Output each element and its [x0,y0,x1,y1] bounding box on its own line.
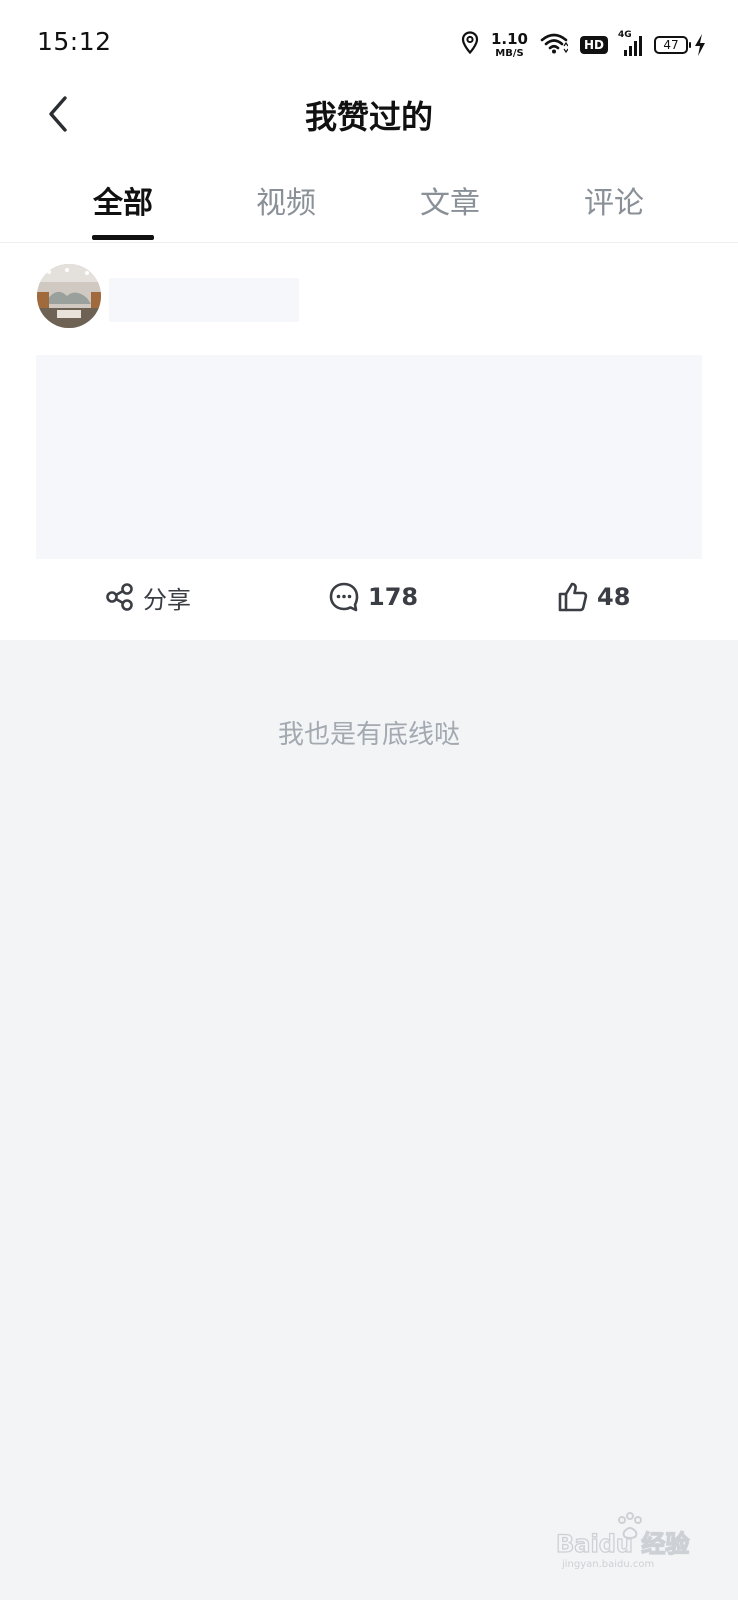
avatar[interactable] [37,264,101,328]
status-bar: 15:12 1.10 MB/S HD 4G 47 [0,0,738,86]
tab-videos[interactable]: 视频 [236,178,336,222]
wifi-icon [540,32,569,58]
network-speed: 1.10 MB/S [490,29,528,59]
tab-articles[interactable]: 文章 [400,178,500,222]
watermark-text: Baidu 经验 [556,1530,689,1558]
tab-bar: 全部 视频 文章 评论 [0,170,738,243]
comment-button[interactable]: 178 [328,572,418,622]
post-content-placeholder[interactable] [36,355,702,559]
location-icon [461,31,479,59]
comment-icon [329,582,359,612]
share-icon [106,583,133,611]
hd-badge: HD [579,36,608,54]
watermark-subtext: jingyan.baidu.com [561,1559,654,1570]
charging-icon [695,34,705,56]
tab-all[interactable]: 全部 [73,178,173,222]
battery-icon: 47 [654,34,706,56]
page-title: 我赞过的 [304,98,433,136]
active-tab-indicator [92,235,154,240]
tab-comments[interactable]: 评论 [564,178,664,222]
like-count: 48 [597,583,631,611]
baidu-jingyan-watermark: Baidu 经验 jingyan.baidu.com [552,1510,702,1570]
status-time: 15:12 [37,27,112,56]
share-button[interactable]: 分享 [105,572,191,622]
share-label: 分享 [143,585,191,614]
author-name-placeholder [109,278,299,322]
cell-signal-icon: 4G [618,30,642,56]
network-speed-unit: MB/S [495,47,524,59]
battery-level: 47 [654,36,688,54]
end-of-list-text: 我也是有底线哒 [277,720,460,750]
comment-count: 178 [368,583,419,611]
network-speed-value: 1.10 [490,29,528,48]
post-actions: 分享 178 48 [0,572,738,622]
status-icons: 1.10 MB/S HD 4G 47 [461,28,706,62]
thumbs-up-icon [558,582,588,612]
like-button[interactable]: 48 [557,572,630,622]
navigation-header: 我赞过的 [0,86,738,146]
network-type-label: 4G [618,30,632,40]
